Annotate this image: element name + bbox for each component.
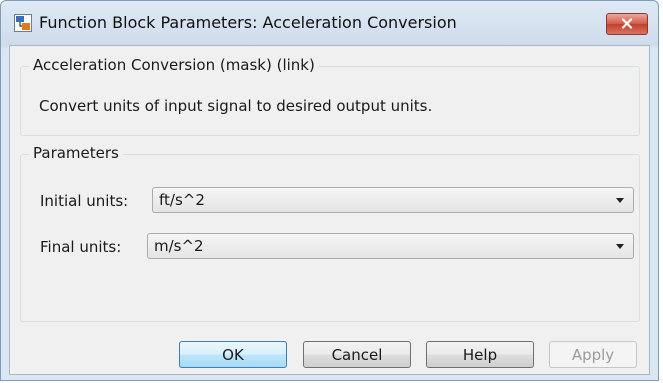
apply-button-label: Apply xyxy=(571,345,615,364)
ok-button-label: OK xyxy=(222,345,244,364)
ok-button[interactable]: OK xyxy=(179,341,287,368)
chevron-down-icon xyxy=(616,244,624,249)
help-button[interactable]: Help xyxy=(426,341,534,368)
initial-units-label: Initial units: xyxy=(40,192,129,210)
chevron-down-icon xyxy=(616,198,624,203)
close-icon xyxy=(621,15,633,33)
window-title: Function Block Parameters: Acceleration … xyxy=(39,13,457,32)
cancel-button-label: Cancel xyxy=(331,345,383,364)
final-units-value: m/s^2 xyxy=(154,237,204,255)
apply-button[interactable]: Apply xyxy=(549,341,637,368)
initial-units-dropdown[interactable]: ft/s^2 xyxy=(152,187,634,213)
title-bar[interactable]: Function Block Parameters: Acceleration … xyxy=(1,1,658,45)
description-group: Acceleration Conversion (mask) (link) Co… xyxy=(20,56,640,136)
description-group-legend: Acceleration Conversion (mask) (link) xyxy=(29,56,319,74)
final-units-label: Final units: xyxy=(40,238,122,256)
dialog-window: Function Block Parameters: Acceleration … xyxy=(0,0,659,381)
help-button-label: Help xyxy=(462,345,498,364)
parameters-group: Parameters Initial units: ft/s^2 Final u… xyxy=(20,144,640,322)
cancel-button[interactable]: Cancel xyxy=(303,341,411,368)
initial-units-value: ft/s^2 xyxy=(159,191,205,209)
final-units-dropdown[interactable]: m/s^2 xyxy=(147,233,634,259)
block-description: Convert units of input signal to desired… xyxy=(39,97,433,115)
close-button[interactable] xyxy=(606,13,648,35)
simulink-block-icon xyxy=(14,14,32,32)
parameters-group-legend: Parameters xyxy=(29,144,123,162)
dialog-content: Acceleration Conversion (mask) (link) Co… xyxy=(9,45,650,375)
